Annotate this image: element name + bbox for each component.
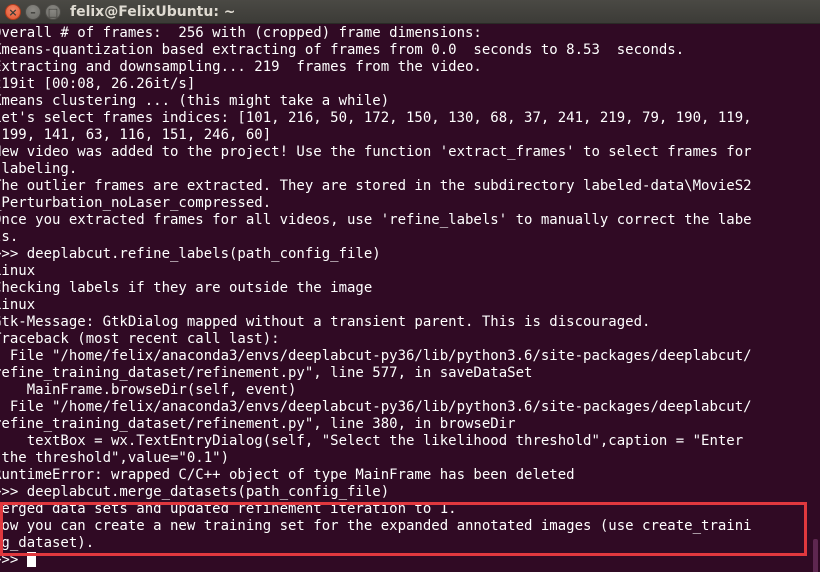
traceback-line: refine_training_dataset/refinement.py", … — [0, 365, 533, 381]
minimize-window-button[interactable]: – — [25, 4, 41, 20]
output-line: Once you extracted frames for all videos… — [0, 212, 752, 228]
output-line: ls. — [0, 229, 19, 245]
prompt-line[interactable]: >>> — [0, 552, 812, 569]
highlighted-output-line: Now you can create a new training set fo… — [0, 518, 752, 534]
output-line: _Perturbation_noLaser_compressed. — [0, 195, 272, 211]
scrollbar-thumb[interactable] — [813, 539, 818, 572]
traceback-line: MainFrame.browseDir(self, event) — [0, 382, 297, 398]
output-line: labeling. — [0, 161, 78, 177]
close-window-button[interactable]: × — [5, 4, 21, 20]
maximize-window-button[interactable]: □ — [45, 4, 61, 20]
command-line: >>> deeplabcut.refine_labels(path_config… — [0, 246, 381, 262]
traceback-line: Traceback (most recent call last): — [0, 331, 280, 347]
scrollbar[interactable] — [812, 25, 820, 572]
output-line: Extracting and downsampling... 219 frame… — [0, 59, 482, 75]
traceback-line: File "/home/felix/anaconda3/envs/deeplab… — [0, 348, 752, 364]
prompt: >>> — [0, 552, 19, 568]
title-bar: × – □ felix@FelixUbuntu: ~ — [0, 0, 820, 24]
traceback-line: the threshold",value="0.1") — [0, 450, 230, 466]
output-line: Let's select frames indices: [101, 216, … — [0, 110, 752, 126]
output-line: Gtk-Message: GtkDialog mapped without a … — [0, 314, 651, 330]
highlighted-output-line: ng_dataset). — [0, 535, 95, 551]
output-line: 219it [00:08, 26.26it/s] — [0, 76, 196, 92]
output-line: Kmeans-quantization based extracting of … — [0, 42, 685, 58]
output-line: Linux — [0, 297, 36, 313]
output-line: Checking labels if they are outside the … — [0, 280, 373, 296]
output-line: 199, 141, 63, 116, 151, 246, 60] — [0, 127, 272, 143]
error-line: RuntimeError: wrapped C/C++ object of ty… — [0, 467, 575, 483]
output-line: Kmeans clustering ... (this might take a… — [0, 93, 390, 109]
terminal-window: × – □ felix@FelixUbuntu: ~ Overall # of … — [0, 0, 820, 572]
output-line: Linux — [0, 263, 36, 279]
highlighted-output-line: Merged data sets and updated refinement … — [0, 501, 457, 517]
terminal-output[interactable]: Overall # of frames: 256 with (cropped) … — [0, 25, 812, 572]
traceback-line: refine_training_dataset/refinement.py", … — [0, 416, 516, 432]
text-cursor — [26, 552, 36, 567]
command-line: >>> deeplabcut.merge_datasets(path_confi… — [0, 484, 390, 500]
output-line: Overall # of frames: 256 with (cropped) … — [0, 25, 482, 41]
window-title: felix@FelixUbuntu: ~ — [70, 4, 236, 20]
output-line: New video was added to the project! Use … — [0, 144, 752, 160]
traceback-line: textBox = wx.TextEntryDialog(self, "Sele… — [0, 433, 744, 449]
output-line: The outlier frames are extracted. They a… — [0, 178, 752, 194]
traceback-line: File "/home/felix/anaconda3/envs/deeplab… — [0, 399, 752, 415]
